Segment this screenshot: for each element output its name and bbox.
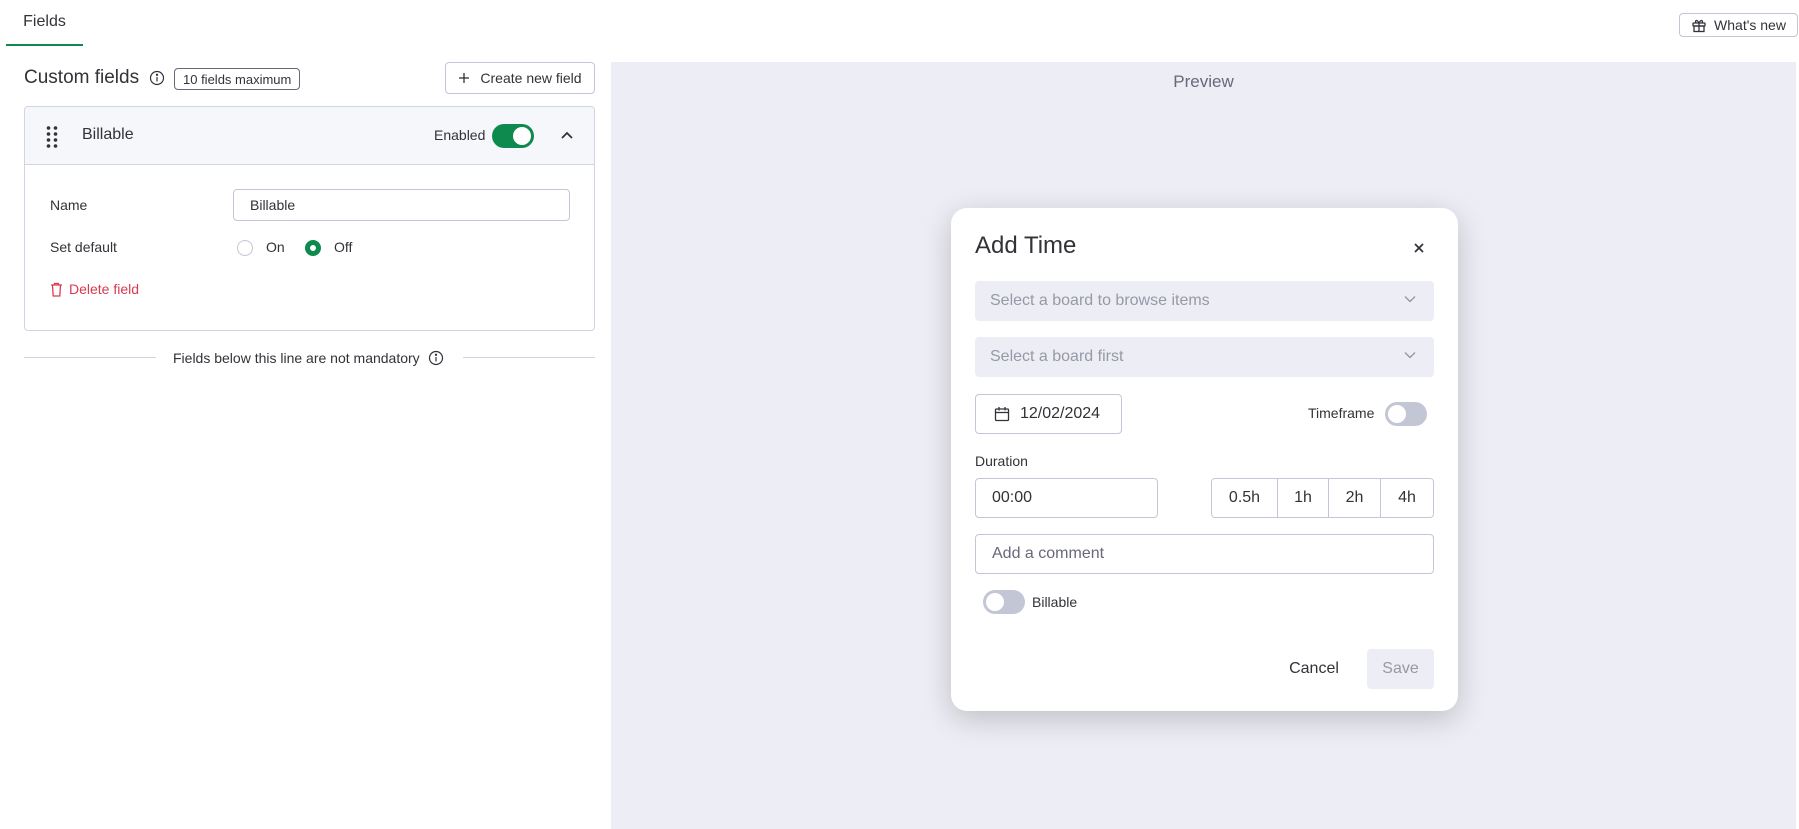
- gift-icon: [1691, 17, 1707, 33]
- field-name-title: Billable: [82, 126, 134, 143]
- add-time-modal: Add Time Select a board to browse items …: [951, 208, 1458, 711]
- cancel-button[interactable]: Cancel: [1272, 649, 1356, 689]
- save-label: Save: [1382, 660, 1419, 677]
- field-name-input-value: Billable: [250, 197, 296, 213]
- quick-duration-4h-button[interactable]: 4h: [1381, 479, 1433, 517]
- field-name-input[interactable]: Billable: [233, 189, 570, 221]
- drag-handle-icon[interactable]: [45, 124, 59, 148]
- chevron-down-icon: [1404, 351, 1416, 359]
- enabled-toggle[interactable]: [492, 124, 534, 148]
- billable-label: Billable: [1032, 594, 1078, 610]
- item-select-placeholder: Select a board first: [990, 348, 1124, 365]
- quick-duration-2h-button[interactable]: 2h: [1329, 479, 1381, 517]
- date-picker-button[interactable]: 12/02/2024: [975, 394, 1122, 434]
- toggle-knob: [986, 593, 1004, 611]
- tab-fields[interactable]: Fields: [6, 0, 83, 46]
- field-card-header: Billable Enabled: [25, 107, 594, 165]
- close-icon[interactable]: [1411, 240, 1427, 256]
- enabled-label: Enabled: [434, 127, 486, 143]
- max-fields-badge: 10 fields maximum: [174, 68, 301, 90]
- duration-input-value: 00:00: [992, 489, 1033, 506]
- delete-field-button[interactable]: Delete field: [50, 281, 139, 297]
- board-select[interactable]: Select a board to browse items: [975, 281, 1434, 321]
- whats-new-label: What's new: [1714, 17, 1786, 33]
- field-card: Billable Enabled Name Billable Set defau…: [24, 106, 595, 331]
- save-button[interactable]: Save: [1367, 649, 1434, 689]
- plus-icon: [458, 72, 470, 84]
- mandatory-divider: Fields below this line are not mandatory: [173, 348, 444, 368]
- default-off-label: Off: [334, 239, 353, 255]
- mandatory-divider-text: Fields below this line are not mandatory: [173, 350, 420, 366]
- set-default-label: Set default: [50, 239, 117, 255]
- create-new-field-button[interactable]: Create new field: [445, 62, 595, 94]
- duration-label: Duration: [975, 453, 1028, 469]
- custom-fields-title-text: Custom fields: [24, 67, 140, 88]
- comment-input[interactable]: Add a comment: [975, 534, 1434, 574]
- default-on-radio[interactable]: [237, 240, 253, 256]
- toggle-knob: [513, 127, 531, 145]
- field-card-body: Name Billable Set default On Off Delete …: [25, 165, 594, 330]
- duration-input[interactable]: 00:00: [975, 478, 1158, 518]
- max-fields-badge-text: 10 fields maximum: [183, 71, 292, 87]
- chevron-down-icon: [1404, 295, 1416, 303]
- create-new-field-label: Create new field: [480, 70, 582, 86]
- timeframe-label: Timeframe: [1308, 405, 1375, 421]
- comment-input-placeholder: Add a comment: [992, 545, 1105, 562]
- modal-title: Add Time: [975, 232, 1077, 259]
- delete-field-label: Delete field: [69, 281, 140, 297]
- preview-title: Preview: [1173, 72, 1234, 91]
- quick-duration-0-5h-button[interactable]: 0.5h: [1212, 479, 1278, 517]
- name-label: Name: [50, 197, 88, 213]
- tab-fields-label: Fields: [23, 13, 66, 30]
- quick-duration-group: 0.5h 1h 2h 4h: [1211, 478, 1434, 518]
- divider-line-right: [463, 357, 595, 358]
- cancel-label: Cancel: [1289, 660, 1339, 677]
- trash-icon: [50, 282, 63, 297]
- quick-duration-1h-button[interactable]: 1h: [1278, 479, 1329, 517]
- board-select-placeholder: Select a board to browse items: [990, 292, 1210, 309]
- default-off-radio[interactable]: [305, 240, 321, 256]
- info-icon[interactable]: [428, 350, 444, 366]
- item-select[interactable]: Select a board first: [975, 337, 1434, 377]
- divider-line-left: [24, 357, 156, 358]
- toggle-knob: [1388, 405, 1406, 423]
- chevron-up-icon[interactable]: [561, 131, 573, 139]
- billable-toggle[interactable]: [983, 590, 1025, 614]
- date-value: 12/02/2024: [1020, 405, 1101, 422]
- info-icon[interactable]: [149, 70, 165, 86]
- custom-fields-title: Custom fields: [24, 66, 165, 90]
- timeframe-toggle[interactable]: [1385, 402, 1427, 426]
- calendar-icon: [994, 406, 1010, 422]
- whats-new-button[interactable]: What's new: [1679, 13, 1798, 37]
- default-on-label: On: [266, 239, 285, 255]
